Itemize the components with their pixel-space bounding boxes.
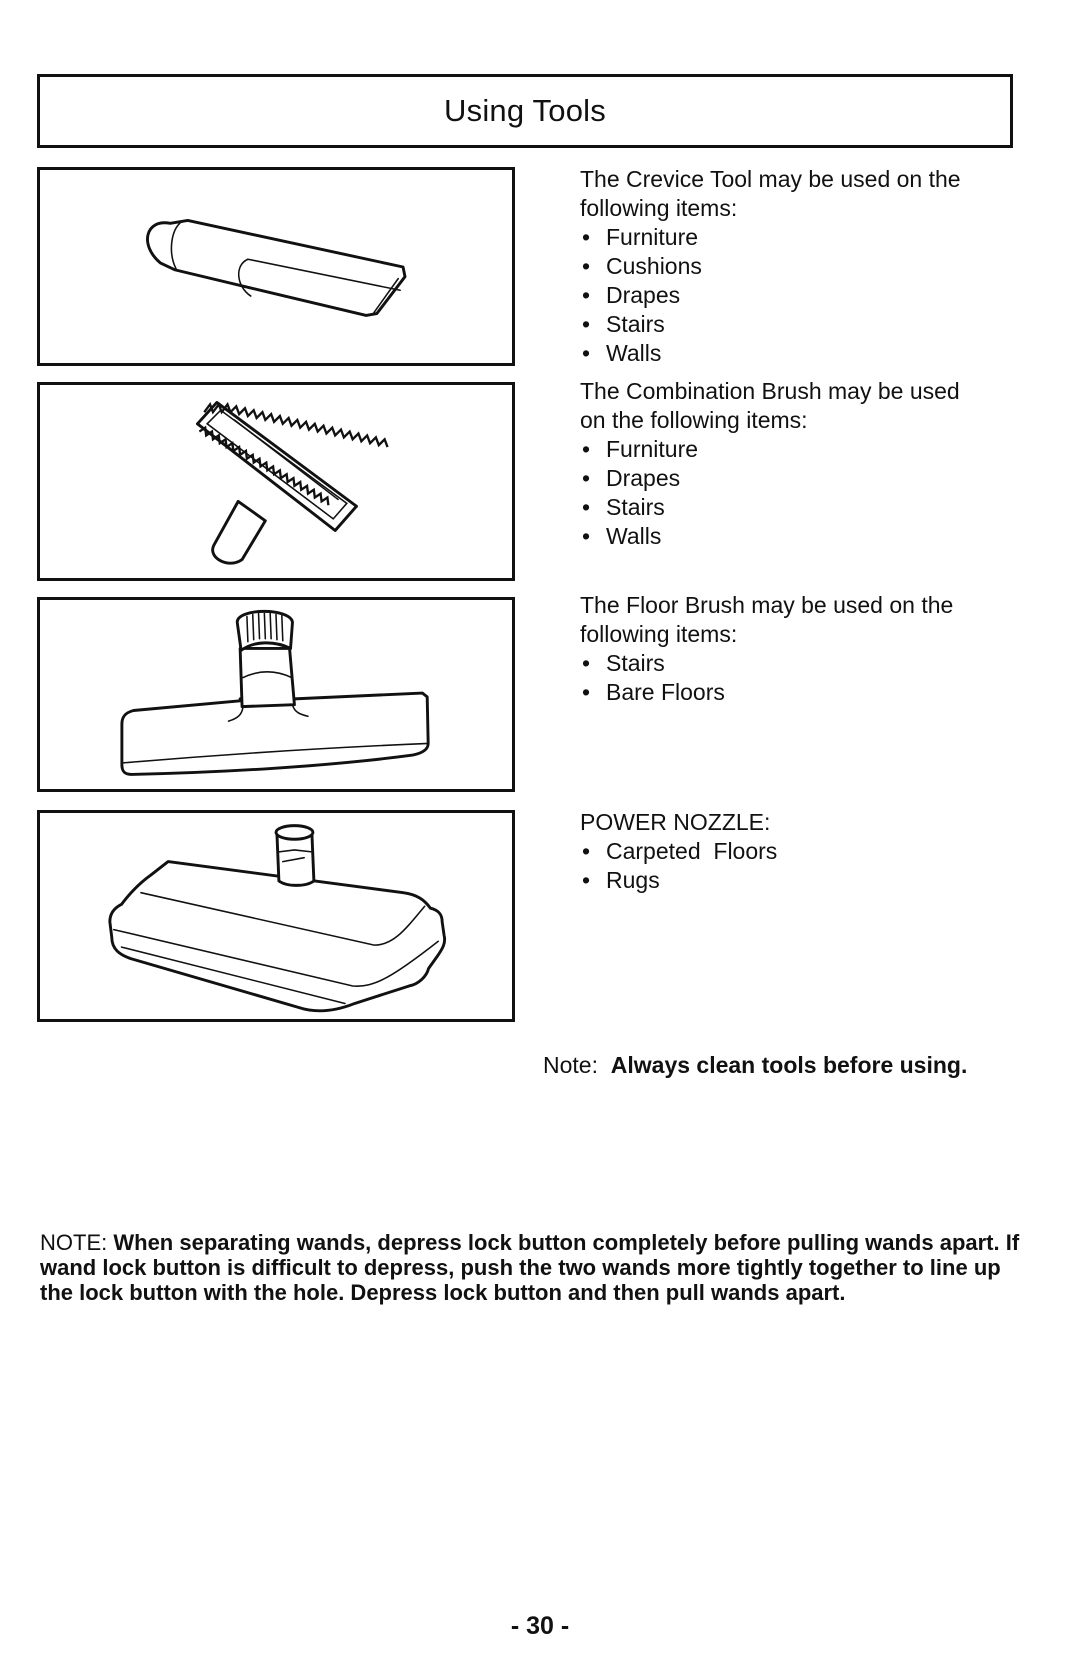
power-nozzle-image — [37, 810, 515, 1022]
crevice-tool-description: The Crevice Tool may be used on the foll… — [580, 165, 961, 368]
clean-tools-note: Note: Always clean tools before using. — [543, 1052, 967, 1079]
power-nozzle-icon — [108, 824, 447, 1013]
combination-brush-description: The Combination Brush may be used on the… — [580, 377, 960, 551]
list-item: Carpeted Floors — [580, 837, 777, 866]
floor-brush-intro-cont: following items: — [580, 621, 738, 647]
combination-brush-icon — [195, 401, 389, 565]
list-item: Rugs — [580, 866, 777, 895]
crevice-tool-image — [37, 167, 515, 366]
wand-note-line-1-text: When separating wands, depress lock butt… — [113, 1230, 1020, 1255]
wand-note-line-1: NOTE: When separating wands, depress loc… — [40, 1230, 1080, 1255]
wand-note-label: NOTE: — [40, 1230, 108, 1255]
list-item: Stairs — [580, 310, 961, 339]
list-item: Cushions — [580, 252, 961, 281]
crevice-tool-intro-cont: following items: — [580, 195, 738, 221]
title-box: Using Tools — [37, 74, 1013, 148]
note-label: Note: — [543, 1052, 598, 1078]
floor-brush-icon — [120, 609, 430, 776]
crevice-tool-items: Furniture Cushions Drapes Stairs Walls — [580, 223, 961, 368]
power-nozzle-heading: POWER NOZZLE: — [580, 809, 771, 835]
list-item: Furniture — [580, 435, 960, 464]
combination-brush-image — [37, 382, 515, 581]
combination-brush-intro-cont: on the following items: — [580, 407, 808, 433]
floor-brush-intro: The Floor Brush may be used on the — [580, 592, 954, 618]
floor-brush-items: Stairs Bare Floors — [580, 649, 953, 707]
floor-brush-image — [37, 597, 515, 792]
power-nozzle-description: POWER NOZZLE: Carpeted Floors Rugs — [580, 808, 777, 895]
list-item: Stairs — [580, 649, 953, 678]
floor-brush-description: The Floor Brush may be used on the follo… — [580, 591, 953, 707]
list-item: Walls — [580, 339, 961, 368]
combination-brush-intro: The Combination Brush may be used — [580, 378, 960, 404]
list-item: Walls — [580, 522, 960, 551]
wand-note-line-2: wand lock button is difficult to depress… — [40, 1255, 1001, 1280]
crevice-tool-icon — [146, 218, 407, 317]
page-title: Using Tools — [444, 93, 606, 128]
page-number: - 30 - — [510, 1612, 570, 1640]
note-text: Always clean tools before using. — [610, 1052, 968, 1078]
crevice-tool-intro: The Crevice Tool may be used on the — [580, 166, 961, 192]
list-item: Furniture — [580, 223, 961, 252]
list-item: Bare Floors — [580, 678, 953, 707]
list-item: Drapes — [580, 464, 960, 493]
power-nozzle-items: Carpeted Floors Rugs — [580, 837, 777, 895]
list-item: Drapes — [580, 281, 961, 310]
wand-note-line-3: the lock button with the hole. Depress l… — [40, 1280, 846, 1305]
wand-separation-note: NOTE: When separating wands, depress loc… — [40, 1230, 1080, 1305]
list-item: Stairs — [580, 493, 960, 522]
combination-brush-items: Furniture Drapes Stairs Walls — [580, 435, 960, 551]
